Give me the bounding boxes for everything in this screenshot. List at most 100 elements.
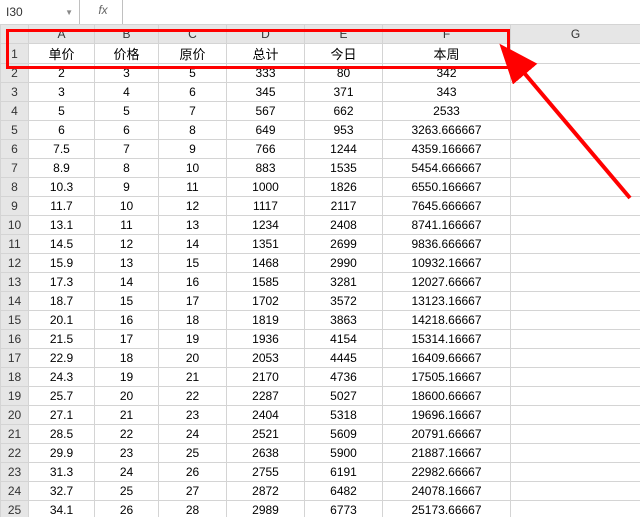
cell[interactable]: 价格 — [95, 44, 159, 64]
cell[interactable]: 4736 — [305, 368, 383, 387]
row-header[interactable]: 21 — [1, 425, 29, 444]
cell[interactable]: 4 — [95, 83, 159, 102]
cell[interactable]: 17 — [159, 292, 227, 311]
cell[interactable]: 11.7 — [29, 197, 95, 216]
cell[interactable]: 18600.66667 — [383, 387, 511, 406]
cell[interactable]: 16 — [95, 311, 159, 330]
cell[interactable]: 25.7 — [29, 387, 95, 406]
select-all-corner[interactable] — [1, 25, 29, 44]
cell[interactable]: 80 — [305, 64, 383, 83]
cell[interactable]: 今日 — [305, 44, 383, 64]
cell[interactable]: 28.5 — [29, 425, 95, 444]
cell[interactable]: 2404 — [227, 406, 305, 425]
cell[interactable]: 1351 — [227, 235, 305, 254]
cell[interactable]: 18 — [159, 311, 227, 330]
cell[interactable]: 342 — [383, 64, 511, 83]
cell[interactable]: 18.7 — [29, 292, 95, 311]
cell[interactable]: 5 — [95, 102, 159, 121]
cell[interactable]: 3572 — [305, 292, 383, 311]
row-header[interactable]: 2 — [1, 64, 29, 83]
cell[interactable]: 2755 — [227, 463, 305, 482]
row-header[interactable]: 25 — [1, 501, 29, 517]
cell[interactable]: 21 — [159, 368, 227, 387]
row-header[interactable]: 18 — [1, 368, 29, 387]
cell[interactable]: 20 — [159, 349, 227, 368]
cell[interactable]: 7 — [95, 140, 159, 159]
cell[interactable]: 25 — [95, 482, 159, 501]
cell[interactable]: 22 — [159, 387, 227, 406]
cell[interactable]: 5900 — [305, 444, 383, 463]
cell[interactable]: 32.7 — [29, 482, 95, 501]
cell[interactable]: 7645.666667 — [383, 197, 511, 216]
cell[interactable]: 7.5 — [29, 140, 95, 159]
cell[interactable]: 4154 — [305, 330, 383, 349]
cell[interactable]: 17 — [95, 330, 159, 349]
cell[interactable]: 3863 — [305, 311, 383, 330]
cell[interactable]: 2638 — [227, 444, 305, 463]
column-header-D[interactable]: D — [227, 25, 305, 44]
cell[interactable]: 4359.166667 — [383, 140, 511, 159]
name-box-dropdown-icon[interactable]: ▼ — [65, 8, 73, 17]
cell[interactable]: 371 — [305, 83, 383, 102]
cell[interactable]: 2521 — [227, 425, 305, 444]
cell[interactable]: 17505.16667 — [383, 368, 511, 387]
row-header[interactable]: 23 — [1, 463, 29, 482]
row-header[interactable]: 9 — [1, 197, 29, 216]
cell[interactable] — [511, 406, 640, 425]
row-header[interactable]: 14 — [1, 292, 29, 311]
name-box[interactable]: I30 ▼ — [0, 0, 80, 24]
cell[interactable]: 6 — [29, 121, 95, 140]
cell[interactable]: 24 — [159, 425, 227, 444]
row-header[interactable]: 11 — [1, 235, 29, 254]
cell[interactable]: 2 — [29, 64, 95, 83]
cell[interactable]: 13.1 — [29, 216, 95, 235]
cell[interactable]: 953 — [305, 121, 383, 140]
cell[interactable]: 19696.16667 — [383, 406, 511, 425]
cell[interactable]: 8741.166667 — [383, 216, 511, 235]
cell[interactable]: 14 — [95, 273, 159, 292]
cell[interactable]: 22.9 — [29, 349, 95, 368]
cell[interactable]: 20791.66667 — [383, 425, 511, 444]
cell[interactable]: 6550.166667 — [383, 178, 511, 197]
cell[interactable]: 11 — [159, 178, 227, 197]
column-header-G[interactable]: G — [511, 25, 640, 44]
cell[interactable]: 29.9 — [29, 444, 95, 463]
cell[interactable]: 662 — [305, 102, 383, 121]
cell[interactable]: 8 — [159, 121, 227, 140]
cell[interactable]: 649 — [227, 121, 305, 140]
cell[interactable]: 766 — [227, 140, 305, 159]
cell[interactable]: 27.1 — [29, 406, 95, 425]
cell[interactable] — [511, 121, 640, 140]
row-header[interactable]: 20 — [1, 406, 29, 425]
cell[interactable]: 24.3 — [29, 368, 95, 387]
cell[interactable]: 4445 — [305, 349, 383, 368]
cell[interactable]: 6482 — [305, 482, 383, 501]
cell[interactable] — [511, 216, 640, 235]
cell[interactable]: 6 — [95, 121, 159, 140]
column-header-E[interactable]: E — [305, 25, 383, 44]
cell[interactable]: 21.5 — [29, 330, 95, 349]
cell[interactable]: 8 — [95, 159, 159, 178]
cell[interactable]: 20.1 — [29, 311, 95, 330]
cell[interactable] — [511, 44, 640, 64]
cell[interactable]: 7 — [159, 102, 227, 121]
row-header[interactable]: 8 — [1, 178, 29, 197]
row-header[interactable]: 10 — [1, 216, 29, 235]
row-header[interactable]: 22 — [1, 444, 29, 463]
cell[interactable]: 9836.666667 — [383, 235, 511, 254]
cell[interactable]: 22982.66667 — [383, 463, 511, 482]
cell[interactable]: 5 — [159, 64, 227, 83]
cell[interactable]: 2170 — [227, 368, 305, 387]
cell[interactable]: 1826 — [305, 178, 383, 197]
cell[interactable]: 28 — [159, 501, 227, 517]
cell[interactable]: 17.3 — [29, 273, 95, 292]
cell[interactable]: 15314.16667 — [383, 330, 511, 349]
cell[interactable] — [511, 235, 640, 254]
cell[interactable] — [511, 273, 640, 292]
cell[interactable]: 2117 — [305, 197, 383, 216]
cell[interactable]: 5 — [29, 102, 95, 121]
cell[interactable]: 2699 — [305, 235, 383, 254]
cell[interactable] — [511, 330, 640, 349]
cell[interactable]: 31.3 — [29, 463, 95, 482]
cell[interactable]: 1244 — [305, 140, 383, 159]
